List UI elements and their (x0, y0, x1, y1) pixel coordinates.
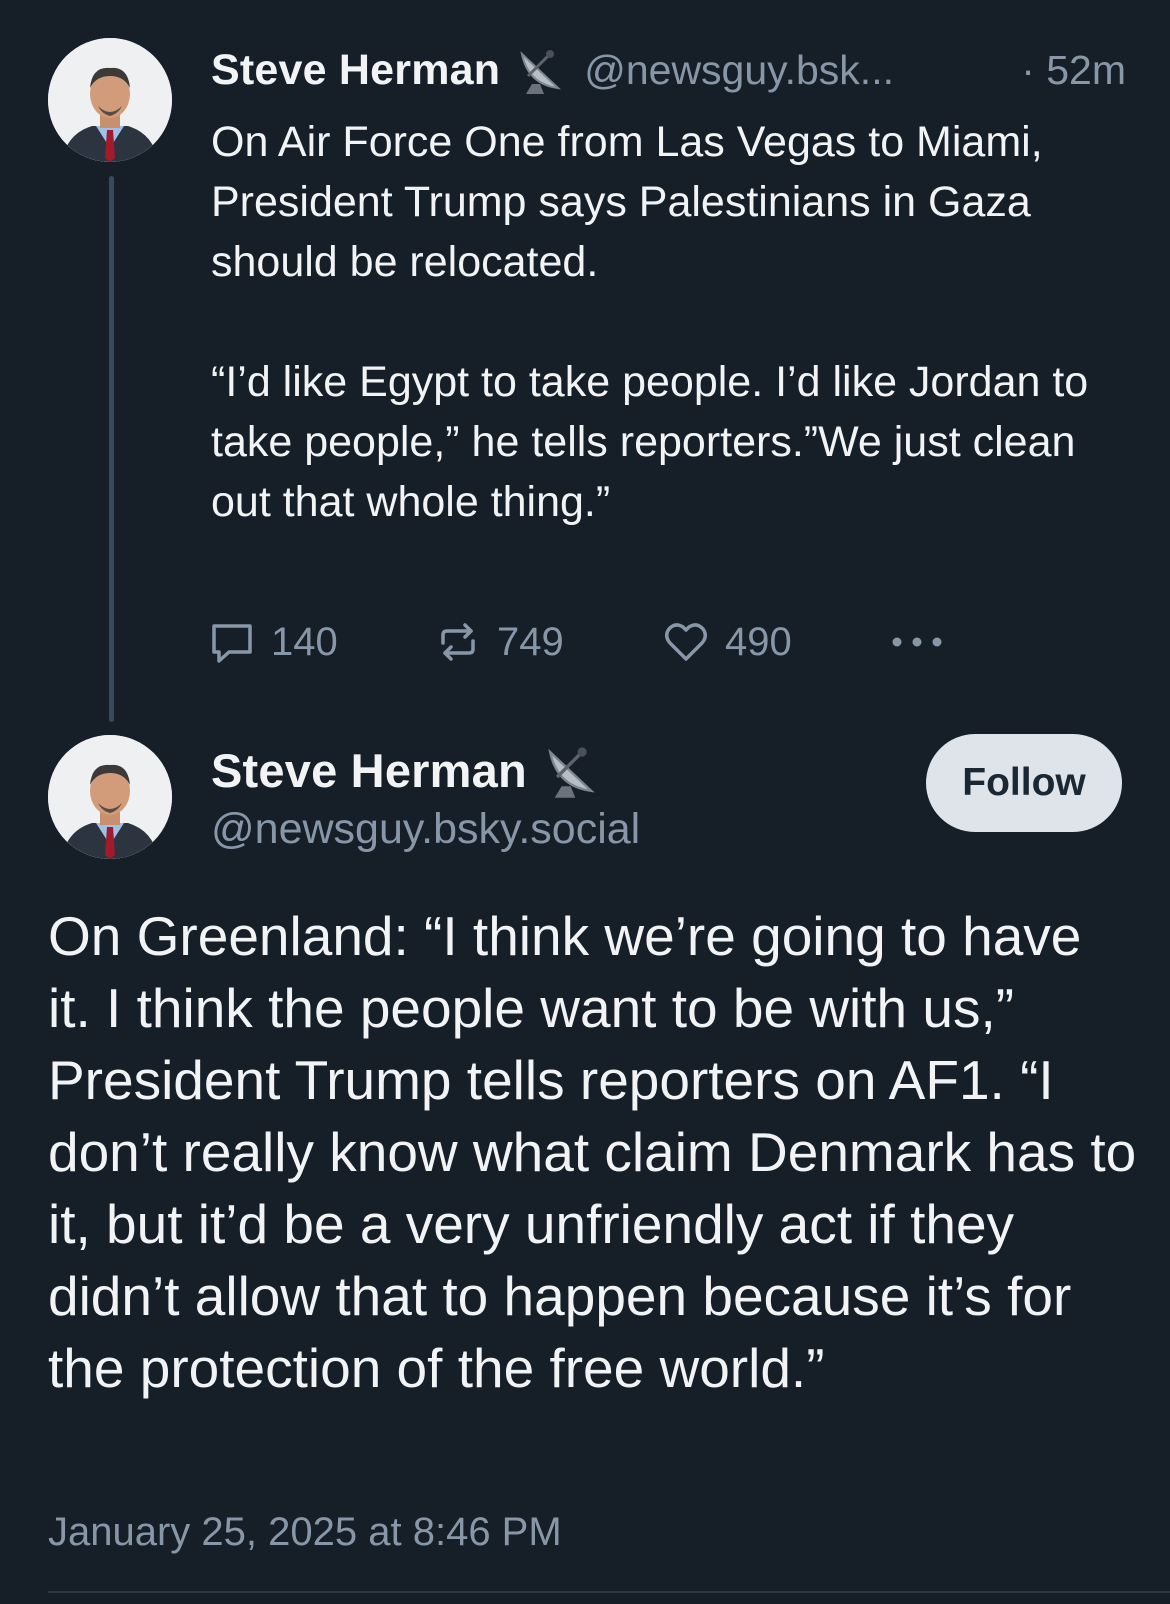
repost-button[interactable]: 749 (433, 612, 564, 672)
reply-count: 140 (271, 619, 338, 664)
repost-count: 749 (497, 619, 564, 664)
like-button[interactable]: 490 (661, 612, 792, 672)
thread-line (109, 176, 114, 722)
reply-button[interactable]: 140 (207, 612, 338, 672)
more-options-button[interactable] (887, 612, 961, 672)
more-icon (892, 637, 942, 647)
repost-icon (441, 623, 475, 661)
author-handle[interactable]: @newsguy.bsky.social (211, 805, 640, 854)
satellite-dish-icon (514, 40, 570, 101)
divider (48, 1591, 1170, 1593)
like-count: 490 (725, 619, 792, 664)
follow-button[interactable]: Follow (926, 734, 1122, 832)
avatar[interactable] (48, 38, 172, 162)
avatar-photo (48, 38, 172, 162)
post-header: Steve Herman (211, 737, 605, 803)
satellite-dish-icon (541, 736, 605, 805)
post-text: On Greenland: “I think we’re going to ha… (48, 905, 1137, 1399)
post-actions: 140 749 490 (211, 612, 971, 672)
author-handle[interactable]: @newsguy.bsk... (584, 47, 894, 94)
author-name[interactable]: Steve Herman (211, 46, 500, 95)
reply-icon (212, 624, 252, 663)
post-text: On Air Force One from Las Vegas to Miami… (211, 118, 1089, 526)
avatar[interactable] (48, 735, 172, 859)
heart-icon (665, 623, 707, 661)
avatar-photo (48, 735, 172, 859)
post-timestamp: January 25, 2025 at 8:46 PM (48, 1510, 562, 1554)
post-header: Steve Herman @newsguy.bsk... · 52m (211, 40, 1126, 100)
author-name[interactable]: Steve Herman (211, 743, 527, 798)
post-time[interactable]: · 52m (1021, 47, 1126, 94)
